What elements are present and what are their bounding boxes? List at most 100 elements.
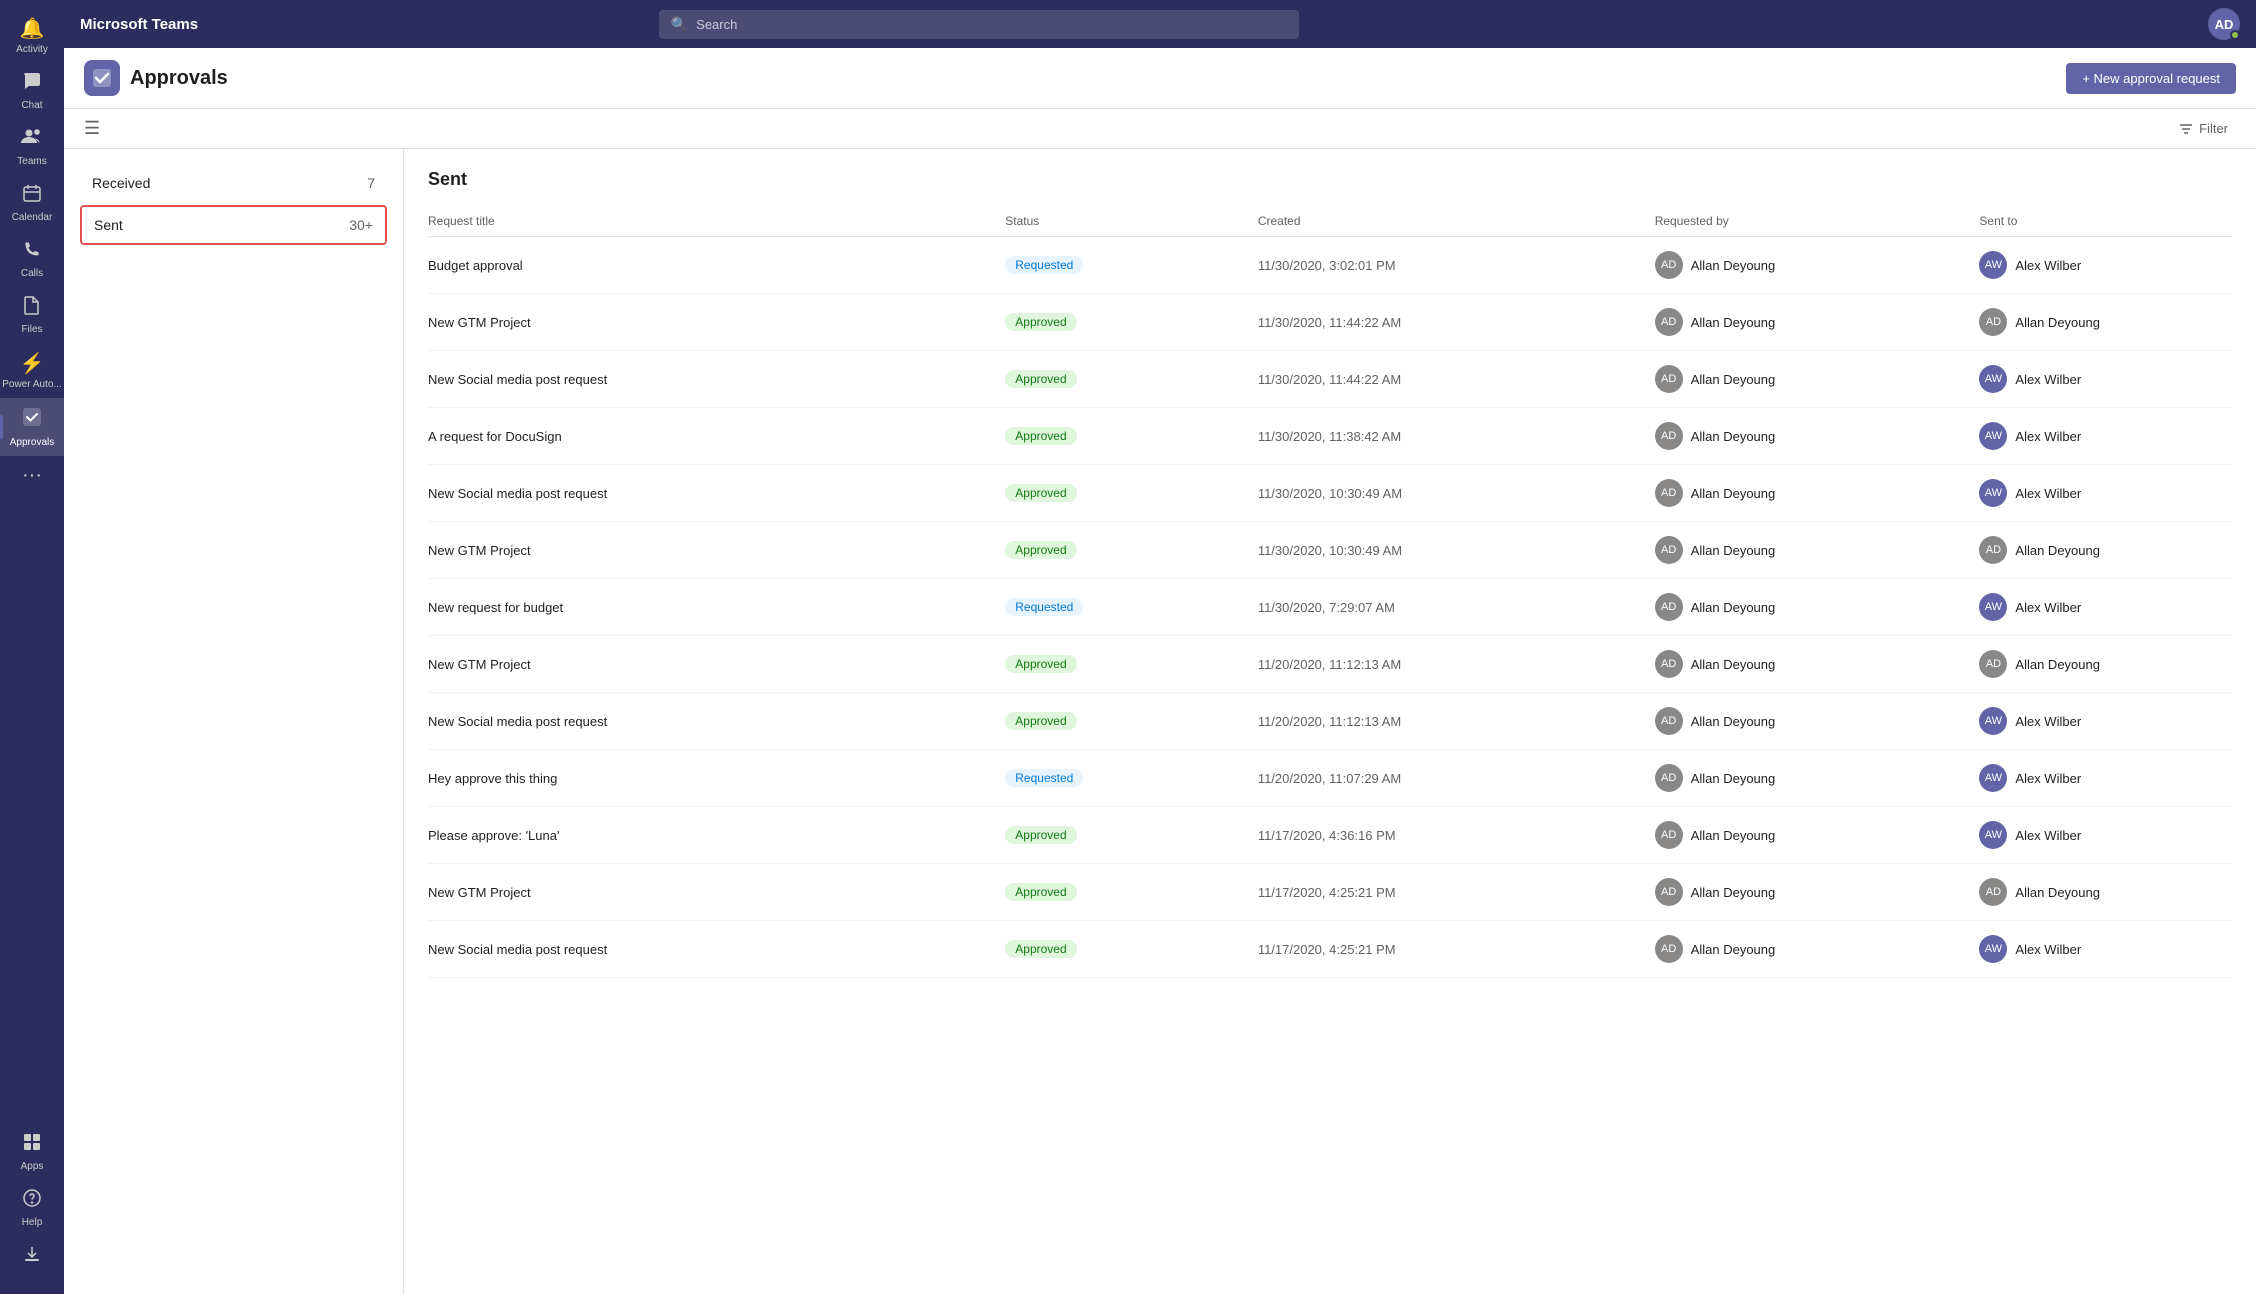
sidebar-item-powerauto[interactable]: ⚡ Power Auto...: [0, 343, 64, 398]
user-avatar[interactable]: AD: [2208, 8, 2240, 40]
table-row[interactable]: New Social media post request Approved 1…: [428, 693, 2232, 750]
cell-title: New GTM Project: [428, 294, 1005, 351]
page-header-left: Approvals: [84, 60, 2066, 96]
status-badge: Requested: [1005, 769, 1083, 787]
table-row[interactable]: Please approve: 'Luna' Approved 11/17/20…: [428, 807, 2232, 864]
table-row[interactable]: New Social media post request Approved 1…: [428, 921, 2232, 978]
cell-sent-to: AD Allan Deyoung: [1979, 864, 2232, 921]
sent-to-name: Allan Deyoung: [2015, 543, 2100, 558]
requested-by-name: Allan Deyoung: [1691, 315, 1776, 330]
cell-status: Requested: [1005, 579, 1258, 636]
sent-to-name: Allan Deyoung: [2015, 657, 2100, 672]
new-approval-button[interactable]: + New approval request: [2066, 63, 2236, 94]
table-row[interactable]: New GTM Project Approved 11/17/2020, 4:2…: [428, 864, 2232, 921]
table-row[interactable]: Budget approval Requested 11/30/2020, 3:…: [428, 237, 2232, 294]
filter-button[interactable]: Filter: [2171, 117, 2236, 140]
sent-to-name: Alex Wilber: [2015, 828, 2081, 843]
toolbar: ☰ Filter: [64, 109, 2256, 149]
cell-created: 11/17/2020, 4:25:21 PM: [1258, 921, 1655, 978]
sidebar-item-more[interactable]: ···: [0, 456, 64, 495]
table-row[interactable]: New GTM Project Approved 11/20/2020, 11:…: [428, 636, 2232, 693]
sidebar-item-activity[interactable]: 🔔 Activity: [0, 8, 64, 63]
files-icon: [22, 295, 42, 321]
requested-by-avatar: AD: [1655, 536, 1683, 564]
cell-requested-by: AD Allan Deyoung: [1655, 636, 1980, 693]
col-header-status: Status: [1005, 206, 1258, 237]
requested-by-avatar: AD: [1655, 308, 1683, 336]
cell-requested-by: AD Allan Deyoung: [1655, 294, 1980, 351]
cell-sent-to: AD Allan Deyoung: [1979, 294, 2232, 351]
cell-title: New GTM Project: [428, 522, 1005, 579]
main-container: Microsoft Teams 🔍 AD Approvals: [64, 0, 2256, 1294]
requested-by-avatar: AD: [1655, 365, 1683, 393]
table-row[interactable]: New GTM Project Approved 11/30/2020, 11:…: [428, 294, 2232, 351]
cell-title: New GTM Project: [428, 864, 1005, 921]
requested-by-cell: AD Allan Deyoung: [1655, 707, 1980, 735]
sidebar-item-calls[interactable]: Calls: [0, 231, 64, 287]
requested-by-name: Allan Deyoung: [1691, 771, 1776, 786]
filter-label: Filter: [2199, 121, 2228, 136]
table-body: Budget approval Requested 11/30/2020, 3:…: [428, 237, 2232, 978]
cell-title: New Social media post request: [428, 351, 1005, 408]
search-bar[interactable]: 🔍: [659, 10, 1299, 39]
requested-by-name: Allan Deyoung: [1691, 600, 1776, 615]
cell-requested-by: AD Allan Deyoung: [1655, 579, 1980, 636]
sidebar-item-calendar[interactable]: Calendar: [0, 175, 64, 231]
sent-to-avatar: AW: [1979, 593, 2007, 621]
sidebar-item-files[interactable]: Files: [0, 287, 64, 343]
table-header-row: Request title Status Created Requested b…: [428, 206, 2232, 237]
help-icon: [22, 1188, 42, 1214]
calendar-icon: [22, 183, 42, 209]
sidebar-item-teams[interactable]: Teams: [0, 119, 64, 175]
sidebar-item-chat-label: Chat: [21, 100, 42, 111]
sidebar-item-help-label: Help: [22, 1217, 43, 1228]
cell-status: Approved: [1005, 522, 1258, 579]
sent-to-avatar: AD: [1979, 536, 2007, 564]
requested-by-name: Allan Deyoung: [1691, 258, 1776, 273]
cell-sent-to: AW Alex Wilber: [1979, 693, 2232, 750]
more-icon: ···: [22, 464, 42, 487]
table-row[interactable]: New request for budget Requested 11/30/2…: [428, 579, 2232, 636]
sent-to-name: Alex Wilber: [2015, 714, 2081, 729]
nav-sent[interactable]: Sent 30+: [80, 205, 387, 245]
status-badge: Approved: [1005, 484, 1076, 502]
nav-received[interactable]: Received 7: [80, 165, 387, 201]
table-row[interactable]: New Social media post request Approved 1…: [428, 465, 2232, 522]
sidebar-item-help[interactable]: Help: [0, 1180, 64, 1236]
sent-to-avatar: AW: [1979, 422, 2007, 450]
table-row[interactable]: Hey approve this thing Requested 11/20/2…: [428, 750, 2232, 807]
table-row[interactable]: New GTM Project Approved 11/30/2020, 10:…: [428, 522, 2232, 579]
status-badge: Approved: [1005, 427, 1076, 445]
activity-icon: 🔔: [20, 16, 45, 41]
status-badge: Approved: [1005, 712, 1076, 730]
requested-by-cell: AD Allan Deyoung: [1655, 935, 1980, 963]
table-row[interactable]: A request for DocuSign Approved 11/30/20…: [428, 408, 2232, 465]
cell-requested-by: AD Allan Deyoung: [1655, 408, 1980, 465]
sidebar-item-powerauto-label: Power Auto...: [2, 379, 61, 390]
cell-status: Approved: [1005, 408, 1258, 465]
cell-requested-by: AD Allan Deyoung: [1655, 807, 1980, 864]
right-panel: Sent Request title Status Created Reques…: [404, 149, 2256, 1294]
cell-sent-to: AW Alex Wilber: [1979, 579, 2232, 636]
sidebar-item-download[interactable]: [0, 1236, 64, 1278]
chat-icon: [22, 71, 42, 97]
sidebar-item-chat[interactable]: Chat: [0, 63, 64, 119]
sidebar-item-approvals[interactable]: Approvals: [0, 398, 64, 456]
sent-to-avatar: AW: [1979, 251, 2007, 279]
search-input[interactable]: [696, 17, 1287, 32]
left-panel: Received 7 Sent 30+: [64, 149, 404, 1294]
sent-to-name: Alex Wilber: [2015, 258, 2081, 273]
requested-by-avatar: AD: [1655, 707, 1683, 735]
sidebar-item-approvals-label: Approvals: [10, 437, 54, 448]
cell-sent-to: AW Alex Wilber: [1979, 807, 2232, 864]
cell-requested-by: AD Allan Deyoung: [1655, 237, 1980, 294]
table-row[interactable]: New Social media post request Approved 1…: [428, 351, 2232, 408]
cell-sent-to: AW Alex Wilber: [1979, 351, 2232, 408]
cell-created: 11/30/2020, 10:30:49 AM: [1258, 522, 1655, 579]
hamburger-icon[interactable]: ☰: [84, 118, 100, 139]
sent-to-name: Alex Wilber: [2015, 372, 2081, 387]
cell-created: 11/17/2020, 4:25:21 PM: [1258, 864, 1655, 921]
cell-status: Requested: [1005, 237, 1258, 294]
sidebar-item-apps[interactable]: Apps: [0, 1124, 64, 1180]
requested-by-avatar: AD: [1655, 251, 1683, 279]
